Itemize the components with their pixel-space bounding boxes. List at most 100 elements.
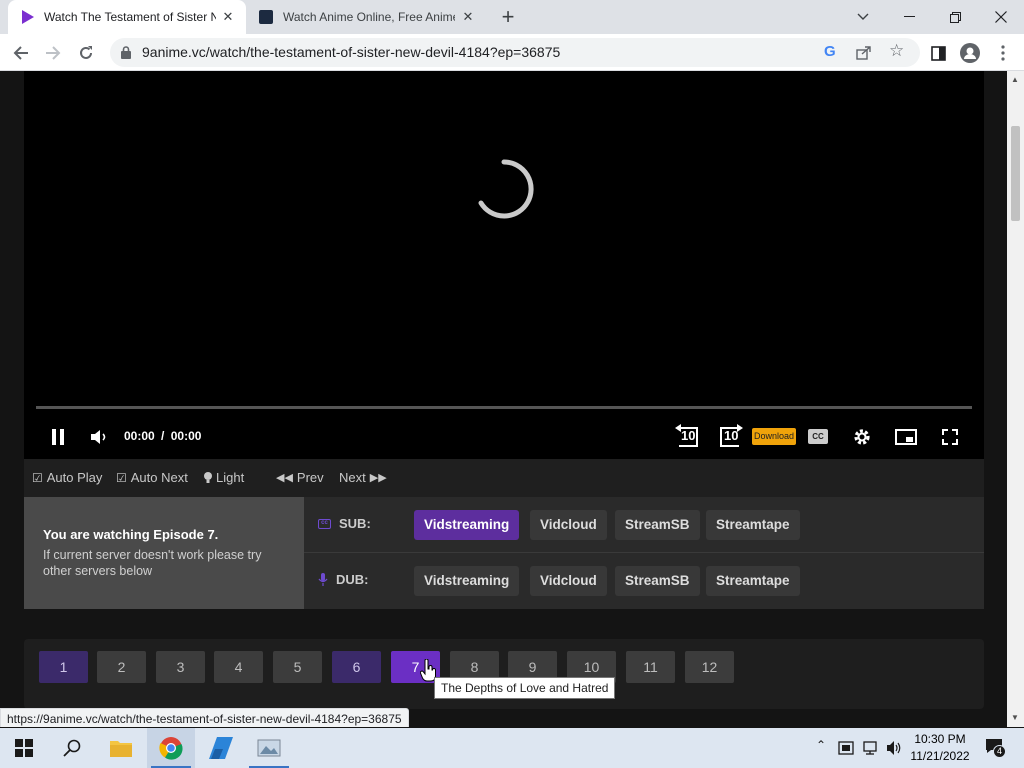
- minimize-icon[interactable]: [886, 0, 932, 34]
- auto-next-toggle[interactable]: ☑ Auto Next: [116, 470, 188, 485]
- volume-icon[interactable]: [88, 426, 112, 448]
- episode-button[interactable]: 3: [156, 651, 205, 683]
- dub-server-vidstreaming[interactable]: Vidstreaming: [414, 566, 520, 596]
- show-hidden-icons-chevron-icon[interactable]: ⌃: [816, 738, 826, 752]
- checkbox-checked-icon: ☑: [116, 470, 127, 485]
- forward-10-icon[interactable]: 10: [716, 423, 746, 449]
- episode-button[interactable]: 11: [626, 651, 675, 683]
- restore-icon[interactable]: [932, 0, 978, 34]
- chrome-taskbar-icon[interactable]: [147, 728, 195, 768]
- sub-server-streamtape[interactable]: Streamtape: [706, 510, 800, 540]
- sub-server-streamsb[interactable]: StreamSB: [615, 510, 700, 540]
- sub-server-vidstreaming[interactable]: Vidstreaming: [414, 510, 520, 540]
- network-icon[interactable]: [863, 741, 880, 755]
- settings-gear-icon[interactable]: [850, 426, 874, 448]
- rewind-seconds: 10: [681, 428, 696, 443]
- prev-episode-button[interactable]: ◀◀ Prev: [276, 470, 324, 485]
- side-panel-icon[interactable]: [925, 40, 951, 66]
- scrollbar-thumb[interactable]: [1011, 126, 1020, 221]
- episode-tooltip: The Depths of Love and Hatred: [434, 677, 616, 699]
- windows-taskbar: ⌃ 10:30 PM 11/21/2022 4: [0, 728, 1024, 768]
- prev-label: Prev: [296, 470, 324, 485]
- episode-button[interactable]: 2: [97, 651, 146, 683]
- tray-app-icon[interactable]: [838, 740, 854, 756]
- rewind-icon: ◀◀: [276, 472, 293, 484]
- next-episode-button[interactable]: Next ▶▶: [339, 470, 387, 485]
- rewind-10-icon[interactable]: 10: [672, 423, 702, 449]
- captions-button[interactable]: CC: [808, 429, 828, 444]
- lightbulb-icon: [204, 471, 212, 483]
- new-tab-icon[interactable]: +: [496, 6, 520, 30]
- tab-active[interactable]: Watch The Testament of Sister N ✕: [8, 0, 246, 34]
- picture-in-picture-icon[interactable]: [894, 426, 918, 448]
- tab-inactive[interactable]: Watch Anime Online, Free Anime ✕: [248, 0, 486, 34]
- loading-spinner-icon: [478, 159, 534, 219]
- fast-forward-icon: ▶▶: [369, 472, 387, 484]
- dub-server-streamtape[interactable]: Streamtape: [706, 566, 800, 596]
- page-viewport: 00:00 / 00:00 10 10 Download CC ☑ Auto P…: [0, 71, 1024, 727]
- search-icon[interactable]: [48, 728, 96, 768]
- tab-title: Watch Anime Online, Free Anime: [283, 10, 455, 24]
- dub-server-row: DUB: Vidstreaming Vidcloud StreamSB Stre…: [304, 553, 984, 609]
- video-player[interactable]: 00:00 / 00:00 10 10 Download CC: [24, 71, 984, 459]
- forward-arrow-icon[interactable]: [40, 40, 66, 66]
- sub-server-vidcloud[interactable]: Vidcloud: [530, 510, 607, 540]
- share-icon[interactable]: [856, 45, 872, 60]
- dub-server-vidcloud[interactable]: Vidcloud: [530, 566, 607, 596]
- episode-button[interactable]: 1: [39, 651, 88, 683]
- dub-server-streamsb[interactable]: StreamSB: [615, 566, 700, 596]
- browser-tab-strip: Watch The Testament of Sister N ✕ Watch …: [0, 0, 1024, 34]
- dub-label: DUB:: [318, 572, 369, 587]
- address-bar[interactable]: 9anime.vc/watch/the-testament-of-sister-…: [110, 38, 920, 67]
- lock-icon[interactable]: [121, 46, 131, 59]
- file-explorer-icon[interactable]: [97, 728, 145, 768]
- progress-bar[interactable]: [36, 406, 972, 409]
- time-display: 00:00 / 00:00: [124, 429, 201, 443]
- player-options-bar: ☑ Auto Play ☑ Auto Next Light ◀◀ Prev Ne…: [24, 459, 984, 497]
- scroll-up-arrow-icon[interactable]: ▲: [1011, 75, 1019, 84]
- clock-time: 10:30 PM: [914, 732, 966, 746]
- download-button[interactable]: Download: [752, 428, 796, 445]
- tab-close-icon[interactable]: ✕: [220, 9, 236, 25]
- light-label: Light: [216, 470, 245, 485]
- anime-site-favicon-icon: [259, 10, 273, 24]
- page-scrollbar[interactable]: ▲ ▼: [1007, 71, 1024, 727]
- auto-next-label: Auto Next: [130, 470, 188, 485]
- notification-center-icon[interactable]: 4: [985, 738, 1006, 758]
- now-watching-title: You are watching Episode 7.: [43, 527, 219, 542]
- 9anime-favicon-icon: [22, 10, 34, 24]
- episode-button[interactable]: 4: [214, 651, 263, 683]
- app-taskbar-icon[interactable]: [197, 728, 245, 768]
- episode-button[interactable]: 12: [685, 651, 734, 683]
- tab-close-icon[interactable]: ✕: [460, 9, 476, 25]
- browser-toolbar: 9anime.vc/watch/the-testament-of-sister-…: [0, 34, 1024, 71]
- tab-search-chevron-icon[interactable]: [840, 0, 886, 34]
- windows-start-icon[interactable]: [0, 728, 48, 768]
- close-window-icon[interactable]: [978, 0, 1024, 34]
- closed-captions-icon: cc: [318, 518, 331, 529]
- system-clock[interactable]: 10:30 PM 11/21/2022: [900, 731, 980, 765]
- fullscreen-icon[interactable]: [938, 426, 962, 448]
- next-label: Next: [339, 470, 366, 485]
- photo-app-taskbar-icon[interactable]: [245, 728, 293, 768]
- scroll-down-arrow-icon[interactable]: ▼: [1011, 713, 1019, 722]
- pause-icon[interactable]: [46, 426, 70, 448]
- server-selector: You are watching Episode 7. If current s…: [24, 497, 984, 609]
- forward-seconds: 10: [724, 428, 739, 443]
- notification-count: 4: [993, 745, 1006, 758]
- total-time: 00:00: [170, 429, 202, 443]
- reload-icon[interactable]: [73, 40, 99, 66]
- microphone-icon: [318, 573, 328, 586]
- back-arrow-icon[interactable]: [8, 40, 34, 66]
- kebab-menu-icon[interactable]: [990, 40, 1016, 66]
- auto-play-toggle[interactable]: ☑ Auto Play: [32, 470, 102, 485]
- checkbox-checked-icon: ☑: [32, 470, 43, 485]
- bookmark-star-icon[interactable]: ☆: [889, 41, 904, 61]
- google-translate-icon[interactable]: G: [824, 43, 836, 60]
- time-separator: /: [161, 429, 165, 443]
- episode-button[interactable]: 6: [332, 651, 381, 683]
- profile-avatar-icon[interactable]: [957, 40, 983, 66]
- light-toggle[interactable]: Light: [204, 470, 244, 485]
- episode-button[interactable]: 5: [273, 651, 322, 683]
- auto-play-label: Auto Play: [46, 470, 103, 485]
